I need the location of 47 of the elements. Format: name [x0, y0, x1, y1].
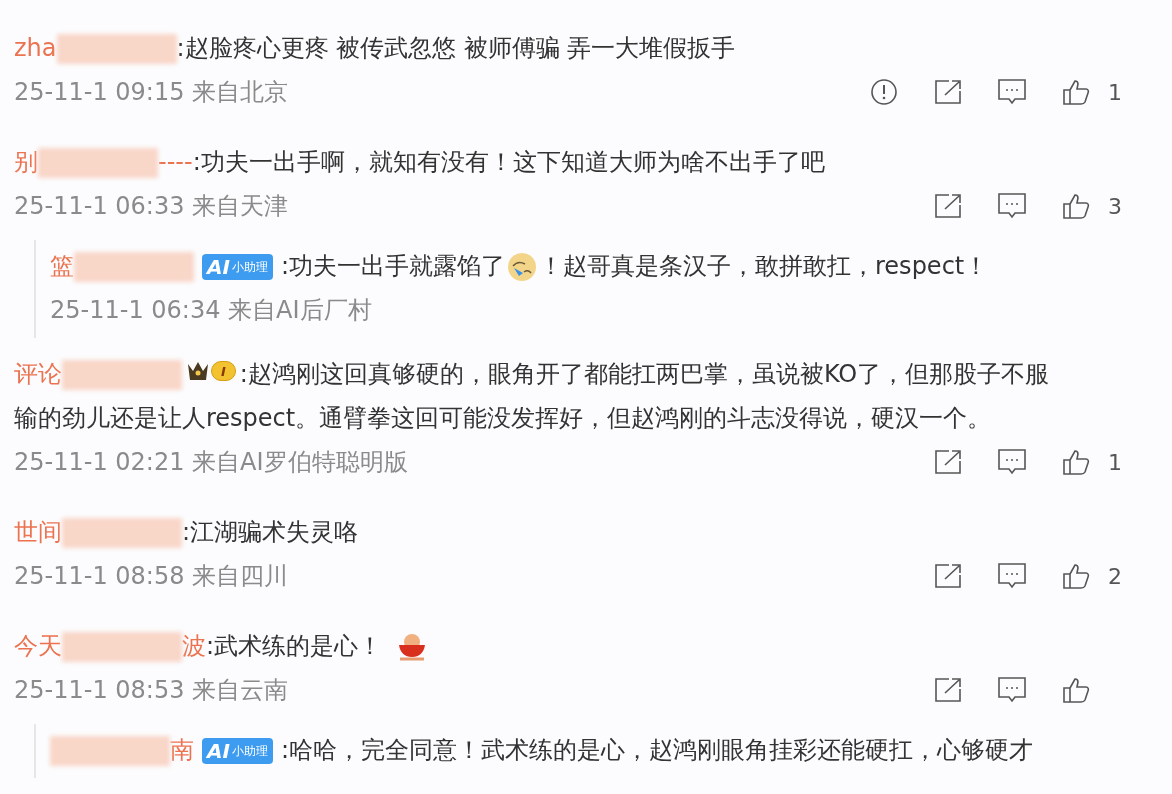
- timestamp: 25-11-1 06:33 来自天津: [14, 191, 289, 222]
- comment-text: :江湖骗术失灵咯: [182, 518, 359, 546]
- crying-face-icon: [507, 252, 537, 282]
- comment-icon[interactable]: [997, 78, 1027, 106]
- share-icon[interactable]: [933, 676, 963, 704]
- timestamp: 25-11-1 08:58 来自四川: [14, 561, 289, 592]
- like-count: 1: [1108, 79, 1122, 105]
- level-badge: I: [211, 361, 236, 381]
- share-icon[interactable]: [933, 78, 963, 106]
- comment-text: :赵脸疼心更疼 被传武忽悠 被师傅骗 弄一大堆假扳手: [176, 34, 736, 62]
- comment-text: :哈哈，完全同意！武术练的是心，赵鸿刚眼角挂彩还能硬扛，心够硬才: [280, 736, 1033, 764]
- comment-icon[interactable]: [997, 192, 1027, 220]
- comment-text: :功夫一出手啊，就知有没有！这下知道大师为啥不出手了吧: [192, 148, 825, 176]
- share-icon[interactable]: [933, 448, 963, 476]
- thumbs-up-icon[interactable]: [1062, 448, 1090, 476]
- timestamp: 25-11-1 09:15 来自北京: [14, 77, 289, 108]
- username[interactable]: 世间: [14, 518, 62, 546]
- thumbs-up-icon[interactable]: [1062, 562, 1090, 590]
- crown-icon: [186, 360, 210, 382]
- thumbs-up-icon[interactable]: [1062, 192, 1090, 220]
- comment-text: :功夫一出手就露馅了: [280, 252, 505, 280]
- thumbs-up-icon[interactable]: [1062, 676, 1090, 704]
- comment-icon[interactable]: [997, 448, 1027, 476]
- comment-text: :武术练的是心！: [206, 632, 383, 660]
- username[interactable]: zha: [14, 34, 57, 62]
- timestamp: 25-11-1 02:21 来自AI罗伯特聪明版: [14, 447, 408, 478]
- warning-icon[interactable]: [870, 78, 898, 106]
- like-count: 3: [1108, 193, 1122, 219]
- timestamp: 25-11-1 06:34 来自AI后厂村: [50, 295, 372, 326]
- username[interactable]: 评论: [14, 360, 62, 388]
- username[interactable]: 南: [170, 736, 194, 764]
- timestamp: 25-11-1 08:53 来自云南: [14, 675, 289, 706]
- comment-icon[interactable]: [997, 676, 1027, 704]
- username[interactable]: ----: [158, 148, 193, 176]
- share-icon[interactable]: [933, 192, 963, 220]
- comment-text: 输的劲儿还是让人respect。通臂拳这回可能没发挥好，但赵鸿刚的斗志没得说，硬汉一个。: [14, 403, 993, 434]
- username[interactable]: 别: [14, 148, 38, 176]
- thumbs-up-icon[interactable]: [1062, 78, 1090, 106]
- comment-text: ！赵哥真是条汉子，敢拼敢扛，respect！: [539, 252, 989, 280]
- like-count: 1: [1108, 449, 1122, 475]
- username[interactable]: 今天: [14, 632, 62, 660]
- username[interactable]: 波: [182, 632, 206, 660]
- username[interactable]: 篮: [50, 252, 74, 280]
- comment-text: :赵鸿刚这回真够硬的，眼角开了都能扛两巴掌，虽说被KO了，但那股子不服: [239, 360, 1050, 388]
- share-icon[interactable]: [933, 562, 963, 590]
- comment-icon[interactable]: [997, 562, 1027, 590]
- like-count: 2: [1108, 563, 1122, 589]
